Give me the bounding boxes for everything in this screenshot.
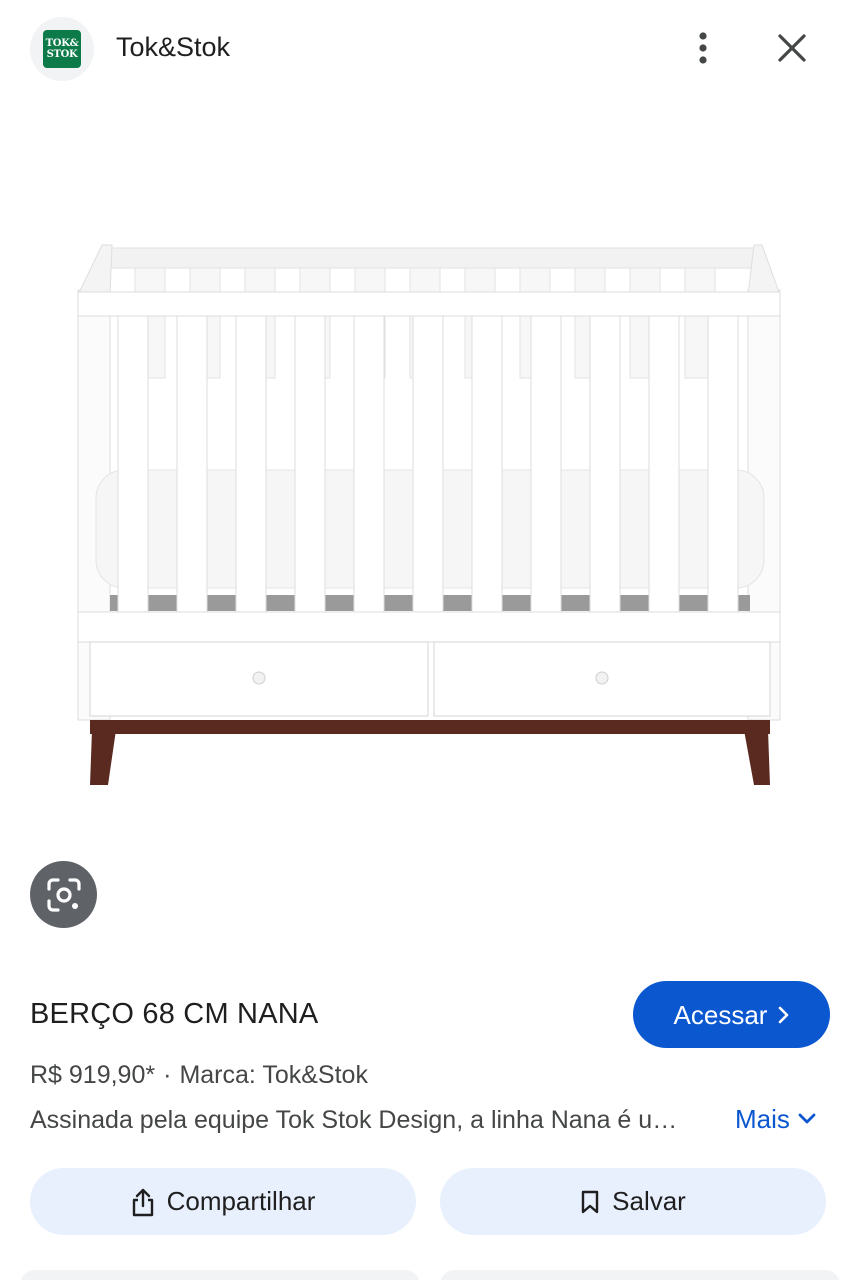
more-vertical-icon: [699, 32, 707, 64]
visit-site-button[interactable]: Acessar: [633, 981, 830, 1048]
save-label: Salvar: [612, 1186, 686, 1216]
site-logo[interactable]: TOK& STOK: [30, 17, 94, 81]
product-description: Assinada pela equipe Tok Stok Design, a …: [30, 1106, 695, 1134]
logo-line-2: STOK: [46, 49, 78, 60]
visit-button-label: Acessar: [673, 999, 768, 1030]
meta-separator: ·: [163, 1061, 172, 1089]
more-button[interactable]: Mais: [735, 1103, 816, 1135]
more-label: Mais: [735, 1104, 790, 1134]
save-button[interactable]: Salvar: [440, 1168, 826, 1235]
tokstok-logo-icon: TOK& STOK: [43, 30, 81, 68]
related-result-card[interactable]: [20, 1270, 420, 1280]
product-title: BERÇO 68 CM NANA: [30, 998, 319, 1030]
product-image[interactable]: [40, 200, 820, 820]
crib-image: [77, 244, 781, 785]
google-lens-icon: [46, 877, 81, 912]
bookmark-icon: [581, 1190, 599, 1213]
lens-search-button[interactable]: [30, 861, 97, 928]
logo-line-1: TOK&: [45, 38, 79, 49]
chevron-down-icon: [798, 1113, 816, 1124]
close-button[interactable]: [768, 24, 816, 72]
close-icon: [778, 34, 806, 62]
header: TOK& STOK Tok&Stok: [0, 0, 860, 96]
product-price: R$ 919,90*: [30, 1061, 156, 1089]
product-brand: Marca: Tok&Stok: [179, 1061, 368, 1089]
product-meta: R$ 919,90* · Marca: Tok&Stok: [30, 1060, 368, 1090]
more-options-button[interactable]: [680, 24, 726, 72]
share-button[interactable]: Compartilhar: [30, 1168, 416, 1235]
site-name[interactable]: Tok&Stok: [116, 30, 230, 64]
related-result-card[interactable]: [440, 1270, 840, 1280]
share-icon: [132, 1188, 153, 1216]
chevron-right-icon: [779, 1006, 789, 1023]
share-label: Compartilhar: [166, 1186, 316, 1216]
